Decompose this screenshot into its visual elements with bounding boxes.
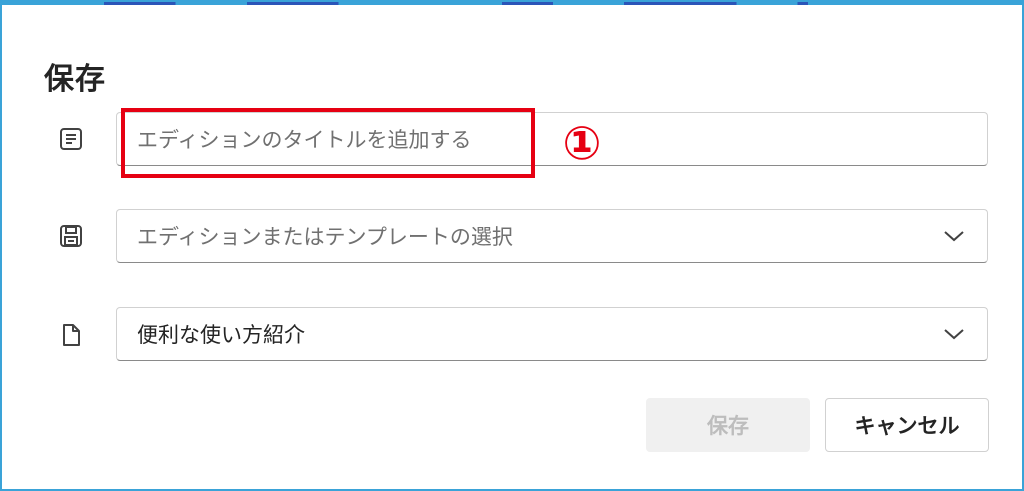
save-button[interactable]: 保存 xyxy=(646,398,810,452)
page-icon xyxy=(56,320,86,350)
save-dialog: 保存 エディションのタイトルを追加する エディションまたはテンプレートの選択 便… xyxy=(0,0,1024,491)
article-select-value: 便利な使い方紹介 xyxy=(137,323,305,347)
chevron-down-icon xyxy=(944,231,964,242)
cancel-button[interactable]: キャンセル xyxy=(825,398,989,452)
edition-template-select[interactable]: エディションまたはテンプレートの選択 xyxy=(116,209,988,263)
background-window-strip xyxy=(2,2,1022,5)
edition-template-placeholder: エディションまたはテンプレートの選択 xyxy=(137,225,513,249)
text-document-icon xyxy=(56,124,86,154)
dialog-title: 保存 xyxy=(44,62,106,97)
annotation-highlight-box xyxy=(121,108,535,178)
chevron-down-icon xyxy=(944,329,964,340)
article-select[interactable]: 便利な使い方紹介 xyxy=(116,307,988,361)
save-disk-icon xyxy=(56,221,86,251)
annotation-step-marker: ① xyxy=(562,116,602,170)
